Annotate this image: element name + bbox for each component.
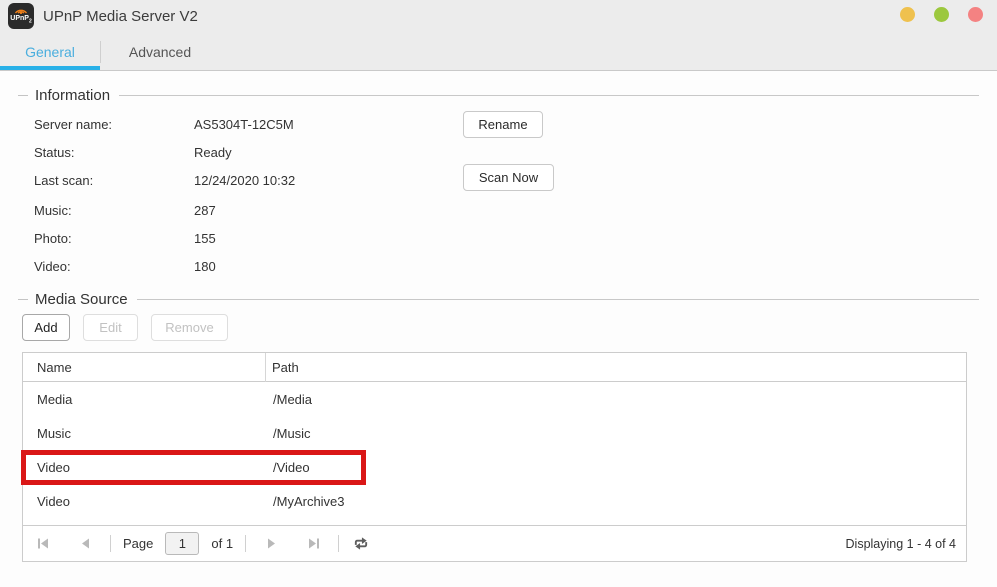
cell-name: Music xyxy=(23,426,266,441)
refresh-icon[interactable] xyxy=(353,536,369,552)
legend-line xyxy=(137,299,979,300)
upnp-media-server-window: UPnP2 UPnP Media Server V2 General Advan… xyxy=(0,0,997,587)
legend-line xyxy=(119,95,979,96)
information-legend: Information xyxy=(35,87,110,104)
table-header-row: Name Path xyxy=(23,353,966,382)
server-name-label: Server name: xyxy=(34,117,194,132)
video-count-label: Video: xyxy=(34,259,194,274)
tab-advanced[interactable]: Advanced xyxy=(101,42,219,60)
legend-dash xyxy=(18,95,28,96)
previous-page-button[interactable] xyxy=(77,536,93,552)
upnp-app-icon: UPnP2 xyxy=(8,3,34,29)
table-row-highlighted[interactable]: Video /Video xyxy=(23,450,966,484)
table-row[interactable]: Video /MyArchive3 xyxy=(23,484,966,518)
media-source-legend: Media Source xyxy=(35,291,128,308)
photo-count-label: Photo: xyxy=(34,231,194,246)
next-page-button[interactable] xyxy=(263,536,279,552)
cell-path: /Video xyxy=(266,460,966,475)
status-label: Status: xyxy=(34,145,194,160)
wifi-signal-icon xyxy=(14,7,28,14)
general-tab-content: Information Server name: AS5304T-12C5M S… xyxy=(0,85,997,562)
pager-separator xyxy=(245,535,246,552)
media-source-section-header: Media Source xyxy=(18,289,979,309)
server-name-value: AS5304T-12C5M xyxy=(194,117,294,132)
legend-dash xyxy=(18,299,28,300)
pagination-bar: Page of 1 xyxy=(23,525,966,561)
cell-name: Media xyxy=(23,392,266,407)
scan-now-button[interactable]: Scan Now xyxy=(463,164,554,191)
last-scan-label: Last scan: xyxy=(34,173,194,188)
pager-separator xyxy=(338,535,339,552)
information-section-header: Information xyxy=(18,85,979,105)
first-page-button[interactable] xyxy=(35,536,51,552)
tab-general[interactable]: General xyxy=(0,42,100,60)
cell-name: Video xyxy=(23,494,266,509)
table-row[interactable]: Music /Music xyxy=(23,416,966,450)
page-label: Page xyxy=(123,536,153,551)
video-count-row: Video: 180 xyxy=(18,252,979,280)
cell-path: /MyArchive3 xyxy=(266,494,966,509)
tab-bar: General Advanced xyxy=(0,32,997,71)
cell-path: /Music xyxy=(266,426,966,441)
photo-count-value: 155 xyxy=(194,231,216,246)
edit-button[interactable]: Edit xyxy=(83,314,138,341)
add-button[interactable]: Add xyxy=(22,314,70,341)
window-maximize-button[interactable] xyxy=(934,7,949,22)
page-number-input[interactable] xyxy=(165,532,199,555)
column-header-path[interactable]: Path xyxy=(266,360,966,375)
rename-button[interactable]: Rename xyxy=(463,111,543,138)
displaying-status: Displaying 1 - 4 of 4 xyxy=(846,537,958,551)
cell-name: Video xyxy=(23,460,266,475)
last-page-button[interactable] xyxy=(305,536,321,552)
window-title: UPnP Media Server V2 xyxy=(43,8,198,25)
remove-button[interactable]: Remove xyxy=(151,314,228,341)
table-row[interactable]: Media /Media xyxy=(23,382,966,416)
video-count-value: 180 xyxy=(194,259,216,274)
media-source-toolbar: Add Edit Remove xyxy=(22,314,979,341)
status-row: Status: Ready xyxy=(18,138,979,166)
last-scan-value: 12/24/2020 10:32 xyxy=(194,173,295,188)
upnp-icon-label: UPnP2 xyxy=(10,15,31,25)
column-header-name[interactable]: Name xyxy=(23,360,265,375)
photo-count-row: Photo: 155 xyxy=(18,224,979,252)
window-minimize-button[interactable] xyxy=(900,7,915,22)
window-close-button[interactable] xyxy=(968,7,983,22)
page-of-label: of 1 xyxy=(211,536,233,551)
music-count-value: 287 xyxy=(194,203,216,218)
music-count-label: Music: xyxy=(34,203,194,218)
active-tab-indicator xyxy=(0,66,100,70)
cell-path: /Media xyxy=(266,392,966,407)
table-body: Media /Media Music /Music Video /Video V… xyxy=(23,382,966,525)
window-controls xyxy=(900,7,983,22)
title-bar: UPnP2 UPnP Media Server V2 xyxy=(0,0,997,32)
pager-separator xyxy=(110,535,111,552)
status-value: Ready xyxy=(194,145,232,160)
music-count-row: Music: 287 xyxy=(18,196,979,224)
media-source-table: Name Path Media /Media Music /Music Vide… xyxy=(22,352,967,562)
